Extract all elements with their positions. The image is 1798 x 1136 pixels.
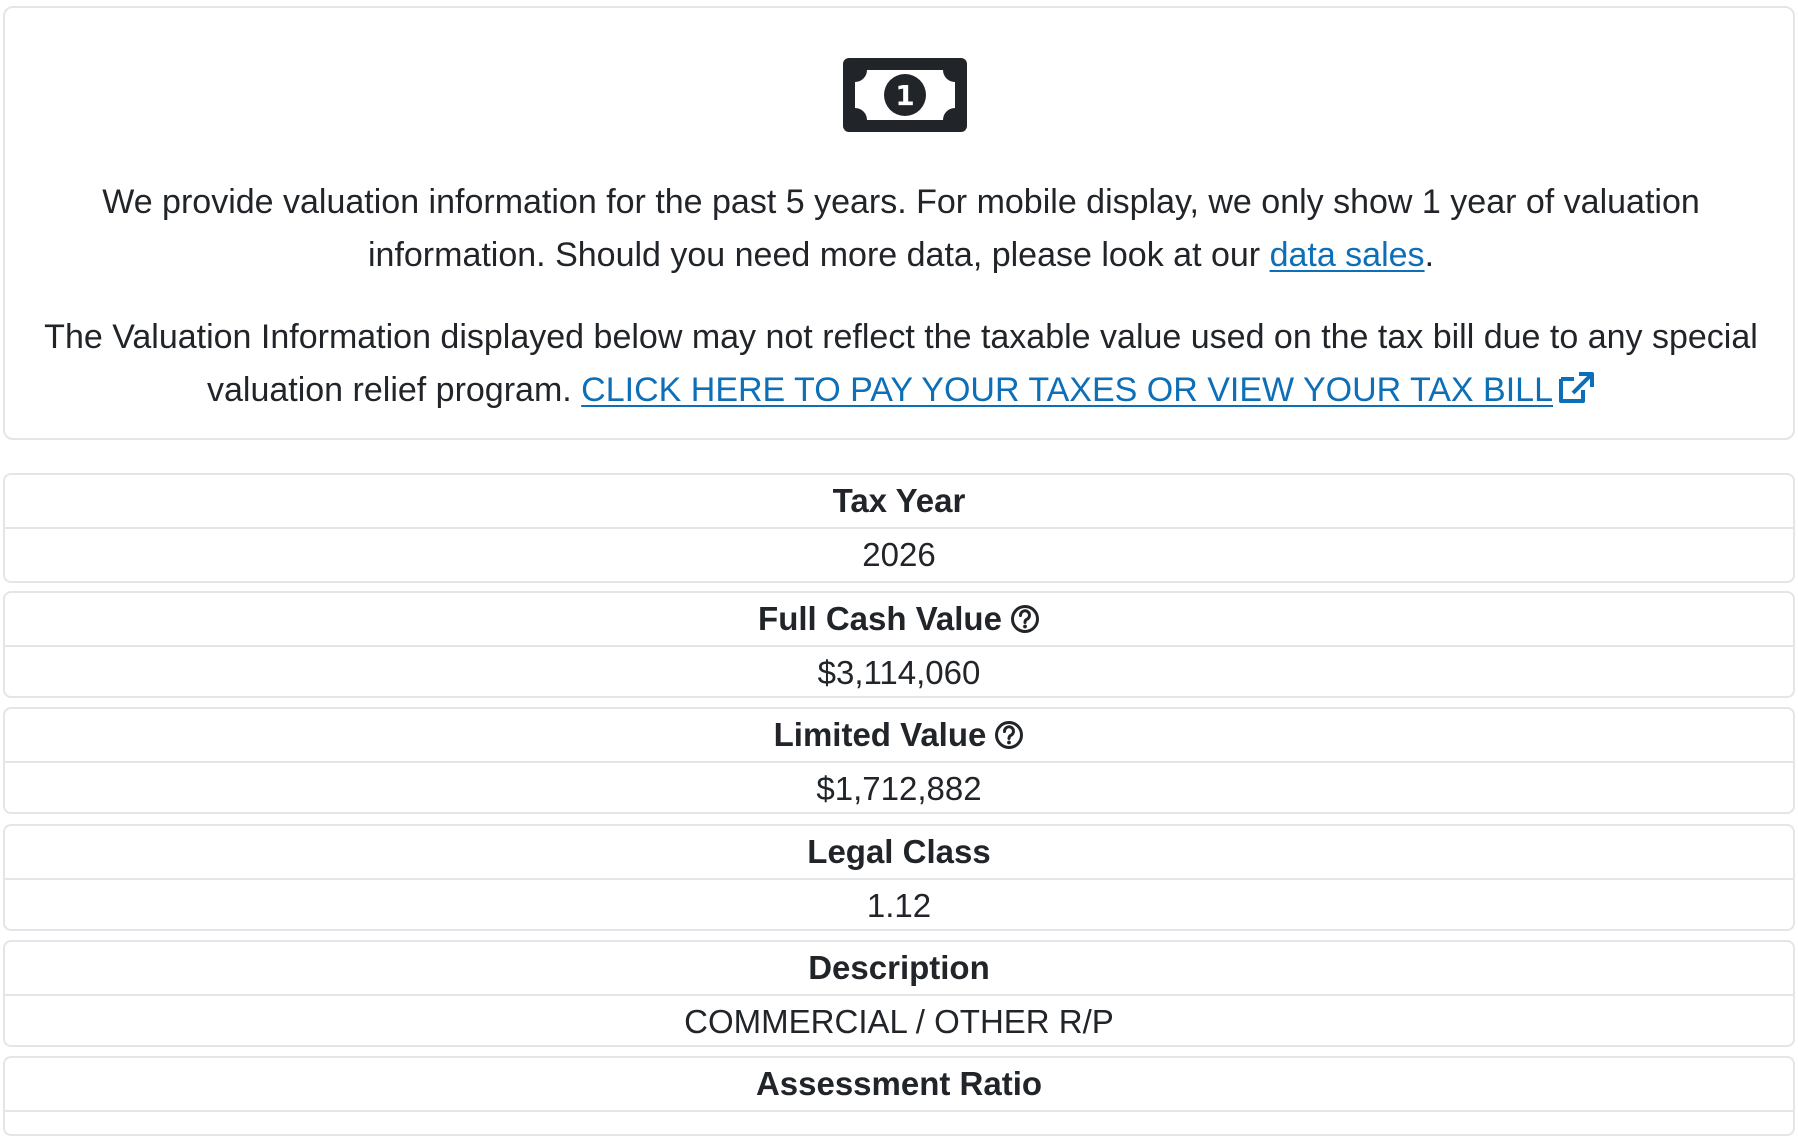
- assessment-ratio-row: Assessment Ratio: [3, 1056, 1795, 1136]
- question-circle-icon[interactable]: [994, 720, 1024, 750]
- legal-class-value: 1.12: [866, 887, 932, 924]
- valuation-years-note: We provide valuation information for the…: [25, 176, 1777, 282]
- limited-value-row: Limited Value $1,712,882: [3, 707, 1795, 814]
- limited-value-value: $1,712,882: [816, 770, 982, 807]
- tax-year-row: Tax Year 2026: [3, 473, 1795, 583]
- description-label: Description: [5, 942, 1793, 996]
- full-cash-value-value: $3,114,060: [817, 654, 981, 691]
- external-link-icon: [1559, 372, 1594, 403]
- valuation-years-text: We provide valuation information for the…: [102, 183, 1700, 274]
- valuation-info-card: 1 We provide valuation information for t…: [3, 6, 1795, 440]
- pay-taxes-link-label: CLICK HERE TO PAY YOUR TAXES OR VIEW YOU…: [581, 371, 1553, 409]
- pay-taxes-link[interactable]: CLICK HERE TO PAY YOUR TAXES OR VIEW YOU…: [581, 371, 1595, 409]
- money-bill-icon: 1: [843, 58, 967, 132]
- full-cash-value-label: Full Cash Value: [758, 600, 1002, 637]
- question-circle-icon[interactable]: [1010, 604, 1040, 634]
- description-row: Description COMMERCIAL / OTHER R/P: [3, 940, 1795, 1047]
- svg-text:1: 1: [895, 79, 914, 112]
- description-value: COMMERCIAL / OTHER R/P: [684, 1003, 1114, 1040]
- assessment-ratio-label: Assessment Ratio: [5, 1058, 1793, 1112]
- data-sales-link[interactable]: data sales: [1270, 236, 1425, 274]
- legal-class-label: Legal Class: [5, 826, 1793, 880]
- period-text: .: [1424, 236, 1435, 274]
- tax-bill-note: The Valuation Information displayed belo…: [25, 311, 1777, 417]
- full-cash-value-row: Full Cash Value $3,114,060: [3, 591, 1795, 698]
- tax-year-label: Tax Year: [5, 475, 1793, 529]
- tax-year-value: 2026: [862, 536, 936, 573]
- full-cash-value-header: Full Cash Value: [5, 593, 1793, 647]
- legal-class-row: Legal Class 1.12: [3, 824, 1795, 931]
- limited-value-header: Limited Value: [5, 709, 1793, 763]
- limited-value-label: Limited Value: [773, 716, 987, 753]
